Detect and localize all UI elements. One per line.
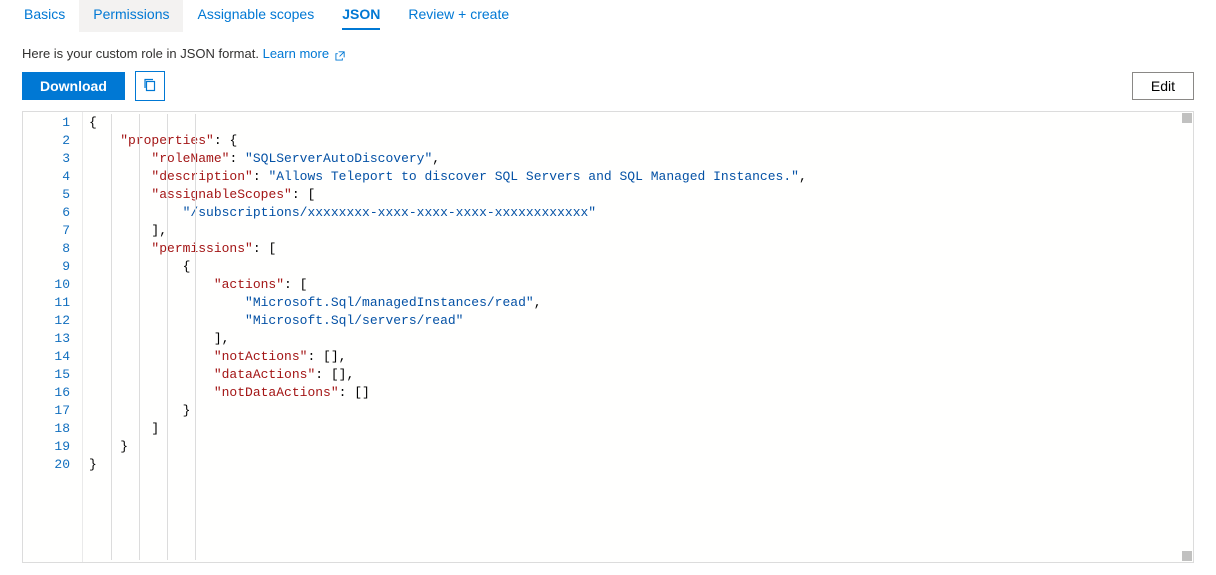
line-number: 18 — [23, 420, 70, 438]
line-number: 20 — [23, 456, 70, 474]
line-number: 5 — [23, 186, 70, 204]
line-number-gutter: 1234567891011121314151617181920 — [23, 112, 83, 562]
line-number: 12 — [23, 312, 70, 330]
tab-permissions[interactable]: Permissions — [79, 0, 183, 32]
line-number: 8 — [23, 240, 70, 258]
line-number: 4 — [23, 168, 70, 186]
scroll-thumb-bottom[interactable] — [1182, 551, 1192, 561]
copy-button[interactable] — [135, 71, 165, 101]
description-row: Here is your custom role in JSON format.… — [0, 32, 1216, 71]
line-number: 6 — [23, 204, 70, 222]
line-number: 13 — [23, 330, 70, 348]
line-number: 2 — [23, 132, 70, 150]
code-content: { "properties": { "roleName": "SQLServer… — [83, 112, 1193, 562]
line-number: 15 — [23, 366, 70, 384]
learn-more-label: Learn more — [263, 46, 329, 61]
tab-review-create[interactable]: Review + create — [394, 0, 523, 32]
line-number: 7 — [23, 222, 70, 240]
tab-bar: BasicsPermissionsAssignable scopesJSONRe… — [0, 0, 1216, 32]
line-number: 19 — [23, 438, 70, 456]
vertical-scrollbar[interactable] — [1179, 112, 1193, 562]
code-editor[interactable]: 1234567891011121314151617181920 { "prope… — [23, 112, 1193, 562]
line-number: 9 — [23, 258, 70, 276]
learn-more-link[interactable]: Learn more — [263, 46, 346, 61]
json-editor: 1234567891011121314151617181920 { "prope… — [22, 111, 1194, 563]
line-number: 11 — [23, 294, 70, 312]
tab-assignable-scopes[interactable]: Assignable scopes — [183, 0, 328, 32]
copy-icon — [142, 77, 158, 96]
line-number: 14 — [23, 348, 70, 366]
description-text: Here is your custom role in JSON format. — [22, 46, 259, 61]
line-number: 1 — [23, 114, 70, 132]
toolbar: Download Edit — [0, 71, 1216, 111]
line-number: 16 — [23, 384, 70, 402]
line-number: 3 — [23, 150, 70, 168]
tab-json[interactable]: JSON — [328, 0, 394, 32]
external-link-icon — [335, 49, 346, 60]
edit-button[interactable]: Edit — [1132, 72, 1194, 100]
tab-basics[interactable]: Basics — [10, 0, 79, 32]
download-button[interactable]: Download — [22, 72, 125, 100]
line-number: 10 — [23, 276, 70, 294]
line-number: 17 — [23, 402, 70, 420]
scroll-thumb-top[interactable] — [1182, 113, 1192, 123]
